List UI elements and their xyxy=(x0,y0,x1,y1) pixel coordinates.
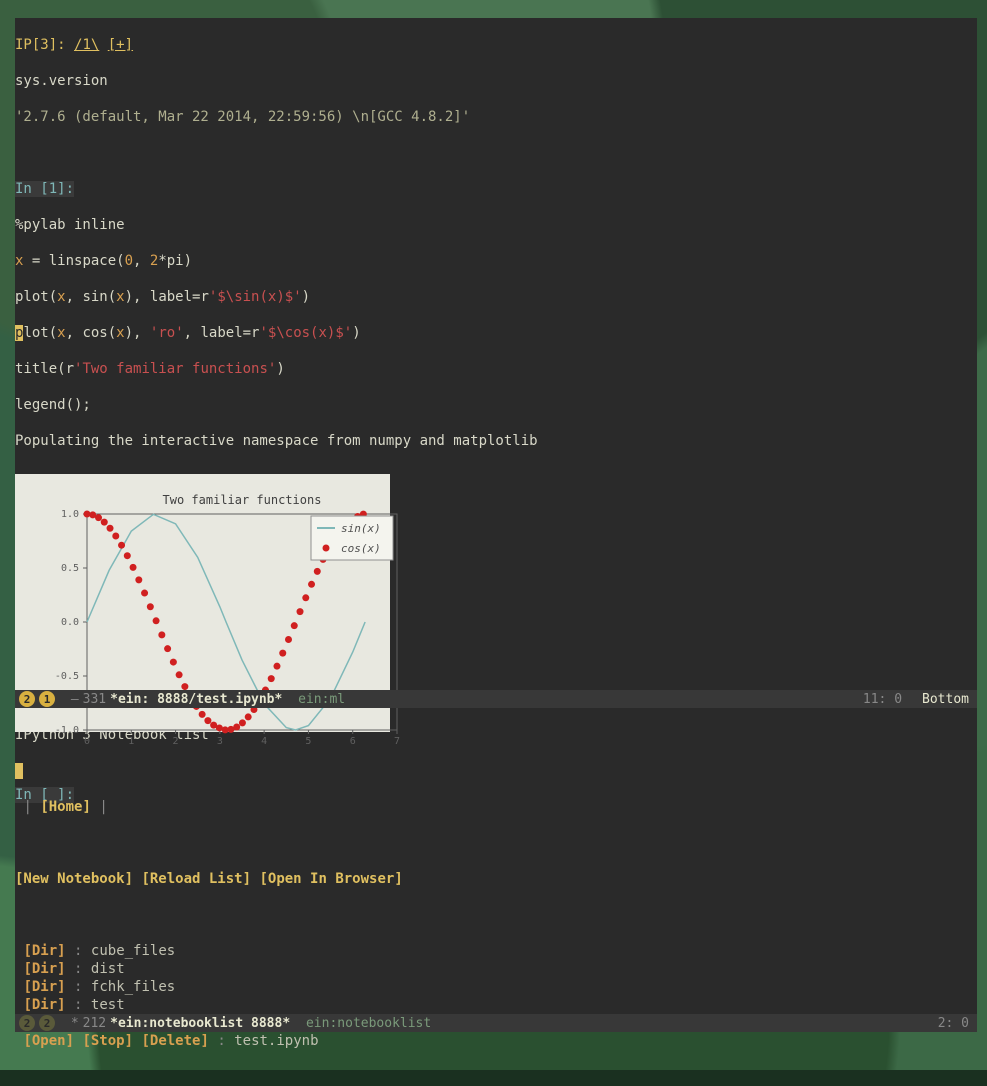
buffer-name: *ein: 8888/test.ipynb* xyxy=(110,692,282,707)
svg-text:7: 7 xyxy=(394,736,400,747)
notebook-pane[interactable]: IP[3]: /1\ [+] sys.version '2.7.6 (defau… xyxy=(15,18,977,690)
code-line[interactable]: title(r'Two familiar functions') xyxy=(15,360,977,378)
code-line[interactable]: legend(); xyxy=(15,396,977,414)
workspace-badge[interactable]: 2 xyxy=(19,1015,35,1031)
output-line: '2.7.6 (default, Mar 22 2014, 22:59:56) … xyxy=(15,108,977,126)
code-line[interactable]: %pylab inline xyxy=(15,216,977,234)
dir-badge[interactable]: [Dir] xyxy=(23,979,65,995)
line-number: 331 xyxy=(83,692,106,707)
cursor-position: 11: 0 xyxy=(863,692,902,707)
dir-name[interactable]: fchk_files xyxy=(91,979,175,995)
svg-text:0.5: 0.5 xyxy=(61,563,79,574)
svg-text:0.0: 0.0 xyxy=(61,617,79,628)
dir-badge[interactable]: [Dir] xyxy=(23,997,65,1013)
new-notebook-button[interactable]: [New Notebook] xyxy=(15,871,133,887)
emacs-frame: IP[3]: /1\ [+] sys.version '2.7.6 (defau… xyxy=(15,18,977,1032)
svg-text:sin(x): sin(x) xyxy=(341,522,381,535)
scroll-position: Bottom xyxy=(922,692,969,707)
reload-list-button[interactable]: [Reload List] xyxy=(141,871,251,887)
stop-button[interactable]: [Stop] xyxy=(82,1033,133,1049)
cell-prompt: In [1]: xyxy=(15,181,74,197)
svg-text:Two familiar functions: Two familiar functions xyxy=(162,493,321,507)
major-mode: ein:notebooklist xyxy=(306,1016,431,1031)
code-line[interactable]: plot(x, cos(x), 'ro', label=r'$\cos(x)$'… xyxy=(15,324,977,342)
dir-badge[interactable]: [Dir] xyxy=(23,943,65,959)
tab-current[interactable]: /1\ xyxy=(74,37,99,53)
cursor xyxy=(15,763,23,779)
code-line[interactable]: plot(x, sin(x), label=r'$\sin(x)$') xyxy=(15,288,977,306)
svg-text:1.0: 1.0 xyxy=(61,509,79,520)
svg-text:0: 0 xyxy=(84,736,90,747)
svg-text:5: 5 xyxy=(305,736,311,747)
svg-text:-1.0: -1.0 xyxy=(55,725,79,736)
svg-text:3: 3 xyxy=(217,736,223,747)
delete-button[interactable]: [Delete] xyxy=(141,1033,208,1049)
svg-text:cos(x): cos(x) xyxy=(341,542,381,555)
dir-name[interactable]: test xyxy=(91,997,125,1013)
output-line: sys.version xyxy=(15,72,977,90)
svg-text:2: 2 xyxy=(172,736,178,747)
svg-text:1: 1 xyxy=(128,736,134,747)
svg-text:4: 4 xyxy=(261,736,267,747)
major-mode: ein:ml xyxy=(298,692,345,707)
sb-dash: — xyxy=(71,692,79,707)
dir-badge[interactable]: [Dir] xyxy=(23,961,65,977)
window-badge[interactable]: 2 xyxy=(39,1015,55,1031)
dir-name[interactable]: cube_files xyxy=(91,943,175,959)
line-number: 212 xyxy=(83,1016,106,1031)
svg-text:-0.5: -0.5 xyxy=(55,671,79,682)
statusbar-top: 2 1 — 331 *ein: 8888/test.ipynb* ein:ml … xyxy=(15,690,977,708)
notebook-name[interactable]: test.ipynb xyxy=(234,1033,318,1049)
buffer-name: *ein:notebooklist 8888* xyxy=(110,1016,290,1031)
window-badge[interactable]: 1 xyxy=(39,691,55,707)
svg-text:6: 6 xyxy=(350,736,356,747)
code-line[interactable]: x = linspace(0, 2*pi) xyxy=(15,252,977,270)
cursor-position: 2: 0 xyxy=(938,1016,969,1031)
workspace-badge[interactable]: 2 xyxy=(19,691,35,707)
tab-add[interactable]: [+] xyxy=(108,37,133,53)
dir-name[interactable]: dist xyxy=(91,961,125,977)
header-prefix: IP[3]: xyxy=(15,37,66,53)
notebooklist-pane[interactable]: IPython 3 Notebook list | [Home] | [New … xyxy=(15,708,977,1014)
open-button[interactable]: [Open] xyxy=(23,1033,74,1049)
statusbar-bottom: 2 2 * 212 *ein:notebooklist 8888* ein:no… xyxy=(15,1014,977,1032)
open-in-browser-button[interactable]: [Open In Browser] xyxy=(259,871,402,887)
output-line: Populating the interactive namespace fro… xyxy=(15,432,977,450)
home-link[interactable]: [Home] xyxy=(40,799,91,815)
sb-star: * xyxy=(71,1016,79,1031)
